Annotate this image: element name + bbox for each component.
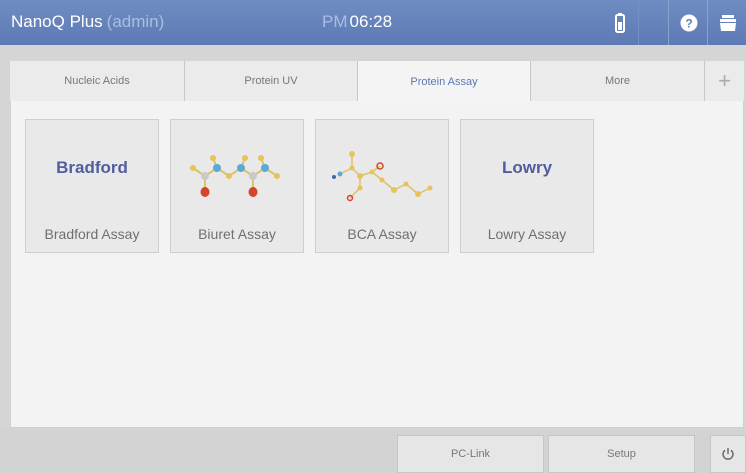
- tab-bar: Nucleic Acids Protein UV Protein Assay M…: [10, 61, 744, 102]
- bradford-assay-tile[interactable]: Bradford Bradford Assay: [25, 119, 159, 253]
- bca-molecule-icon: [332, 151, 433, 202]
- header-divider: [668, 0, 669, 45]
- lowry-assay-tile[interactable]: Lowry Lowry Assay: [460, 119, 594, 253]
- tab-label: Nucleic Acids: [64, 75, 130, 87]
- setup-button[interactable]: Setup: [548, 435, 695, 473]
- svg-text:?: ?: [685, 16, 692, 30]
- battery-icon: [605, 0, 635, 45]
- add-tab-button[interactable]: +: [705, 61, 744, 101]
- pc-link-label: PC-Link: [450, 448, 491, 460]
- tile-label: BCA Assay: [347, 226, 417, 242]
- tile-label: Lowry Assay: [487, 226, 567, 242]
- bottom-bar: PC-Link Setup: [0, 428, 746, 473]
- clock-time: 06:28: [349, 12, 393, 31]
- biuret-molecule-icon: [190, 155, 280, 197]
- tab-more[interactable]: More: [531, 61, 705, 101]
- bca-assay-tile[interactable]: BCA Assay: [315, 119, 449, 253]
- tab-protein-uv[interactable]: Protein UV: [185, 61, 358, 101]
- app-title: NanoQ Plus (admin): [11, 12, 164, 32]
- clock-ampm: PM: [322, 12, 348, 31]
- tab-label: Protein Assay: [410, 75, 478, 88]
- biuret-assay-tile[interactable]: Biuret Assay: [170, 119, 304, 253]
- user-role: (admin): [106, 12, 165, 31]
- tab-label: More: [604, 75, 631, 87]
- help-icon[interactable]: ?: [674, 0, 704, 45]
- bradford-logo: Bradford: [56, 158, 128, 177]
- header-divider: [638, 0, 639, 45]
- tab-nucleic-acids[interactable]: Nucleic Acids: [10, 61, 185, 101]
- power-button[interactable]: [710, 435, 746, 473]
- header-divider: [707, 0, 708, 45]
- power-icon: [722, 448, 734, 460]
- tab-protein-assay[interactable]: Protein Assay: [358, 61, 531, 102]
- pc-link-button[interactable]: PC-Link: [397, 435, 544, 473]
- tile-label: Biuret Assay: [198, 226, 276, 242]
- tab-label: Protein UV: [244, 75, 298, 87]
- top-bar: NanoQ Plus (admin) PM 06:28 ?: [0, 0, 746, 45]
- clock: PM 06:28: [322, 12, 392, 32]
- setup-label: Setup: [607, 448, 636, 460]
- app-name: NanoQ Plus: [11, 12, 103, 31]
- lowry-logo: Lowry: [501, 158, 553, 177]
- tile-label: Bradford Assay: [44, 226, 140, 242]
- assay-panel: Bradford Bradford Assay Biuret Assay BCA…: [10, 101, 744, 428]
- folder-icon[interactable]: [713, 0, 743, 45]
- plus-icon: +: [718, 68, 731, 93]
